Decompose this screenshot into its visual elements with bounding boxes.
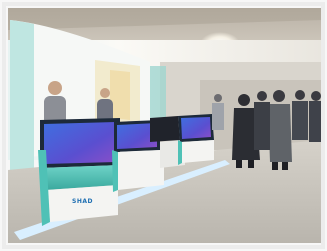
kiosk-1-screen — [44, 122, 116, 164]
kiosk-1 — [38, 118, 120, 226]
exhibition-photo: SHAD — [0, 0, 327, 251]
exhibition-scene — [0, 0, 327, 251]
kiosk-4-screen — [181, 117, 211, 139]
kiosk-1-brand: SHAD — [72, 198, 93, 205]
kiosk-4 — [178, 114, 214, 165]
